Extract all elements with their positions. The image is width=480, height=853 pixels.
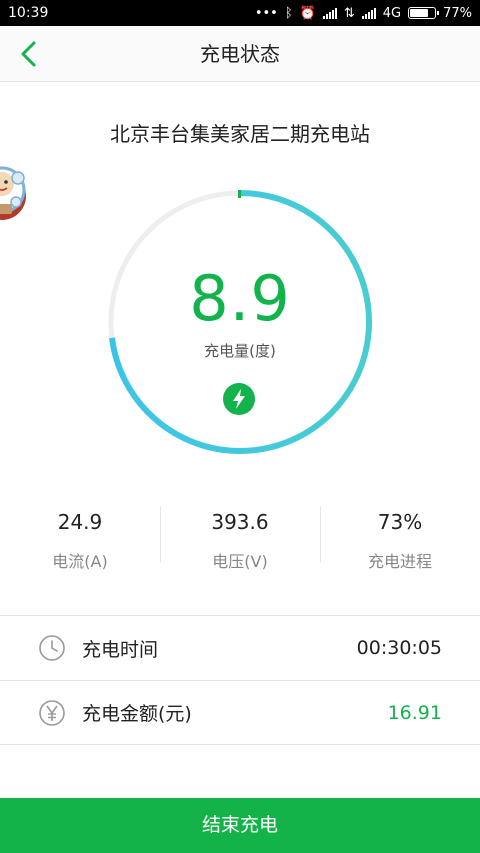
ring-start-marker: [238, 190, 241, 198]
alarm-icon: ⏰: [299, 5, 316, 21]
signal-icon: [322, 7, 337, 19]
header-bar: 充电状态: [0, 26, 480, 82]
charge-amount-label: 充电金额(元): [82, 703, 192, 725]
battery-icon: [408, 7, 440, 19]
more-dots-icon: •••: [254, 5, 278, 21]
lightning-bolt-icon: [223, 383, 255, 415]
stat-label: 电压(V): [212, 552, 268, 571]
battery-percent: 77%: [443, 5, 472, 21]
charge-details: 充电时间 00:30:05 充电金额(元) 16.91: [0, 615, 480, 745]
stat-value: 393.6: [211, 510, 269, 534]
status-icons: ••• ᛒ ⏰ ⇅ 4G 77%: [255, 6, 472, 21]
bluetooth-icon: ᛒ: [284, 5, 293, 21]
charge-time-label: 充电时间: [82, 638, 159, 661]
mascot-float-icon[interactable]: [0, 150, 38, 226]
page-title: 充电状态: [200, 42, 280, 66]
stat-label: 充电进程: [367, 552, 432, 571]
stat-value: 24.9: [57, 510, 103, 534]
charge-time-value: 00:30:05: [356, 637, 442, 659]
clock-icon: [39, 635, 65, 661]
stat-value: 73%: [377, 510, 423, 534]
network-type: 4G: [382, 5, 402, 21]
status-bar: 10:39 ••• ᛒ ⏰ ⇅ 4G 77%: [0, 0, 480, 26]
data-transfer-icon: ⇅: [343, 5, 355, 21]
stat-current: 24.9 电流(A): [0, 500, 160, 580]
status-time: 10:39: [8, 5, 49, 21]
stat-label: 电流(A): [52, 552, 108, 571]
yuan-icon: [39, 699, 65, 726]
charge-amount-value: 16.91: [387, 701, 442, 724]
charging-stats: 24.9 电流(A) 393.6 电压(V) 73% 充电进程: [0, 500, 480, 580]
stop-charging-button[interactable]: 结束充电: [0, 798, 480, 853]
energy-label: 充电量(度): [204, 342, 276, 360]
charge-amount-row: 充电金额(元) 16.91: [0, 680, 480, 744]
charge-time-row: 充电时间 00:30:05: [0, 616, 480, 680]
energy-value: 8.9: [189, 262, 291, 335]
stat-progress: 73% 充电进程: [320, 500, 480, 580]
signal-icon-2: [361, 7, 376, 19]
station-name: 北京丰台集美家居二期充电站: [110, 122, 370, 146]
stat-voltage: 393.6 电压(V): [160, 500, 320, 580]
